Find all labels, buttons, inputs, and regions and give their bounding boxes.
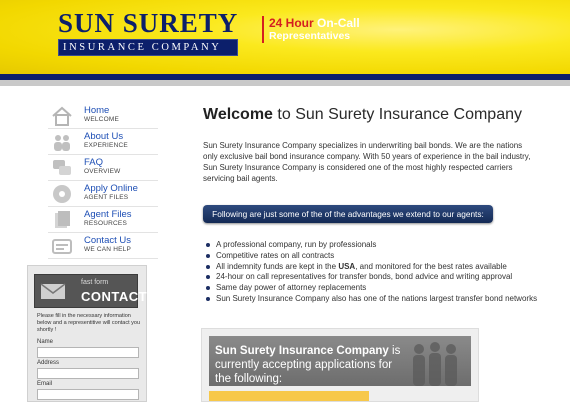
- oncall-label: On-Call: [317, 16, 360, 30]
- advantages-list: A professional company, run by professio…: [206, 240, 546, 305]
- logo-bottom-text: INSURANCE COMPANY: [58, 39, 239, 56]
- nav-sub: EXPERIENCE: [84, 142, 128, 149]
- chat-icon: [50, 157, 74, 179]
- sidebar-nav: Home WELCOME About Us EXPERIENCE FAQ OVE…: [48, 104, 158, 260]
- bullet-icon: [206, 286, 210, 291]
- oncall-sub: Representatives: [269, 30, 351, 42]
- fast-form-instructions: Please fill in the necessary information…: [37, 313, 141, 333]
- nav-sub: AGENT FILES: [84, 194, 129, 201]
- site-header: SUN SURETY INSURANCE COMPANY 24 Hour On-…: [0, 0, 570, 74]
- business-people-icon: [407, 340, 465, 386]
- files-icon: [50, 209, 74, 231]
- bullet-icon: [206, 253, 210, 258]
- fast-form-small-title: fast form: [81, 279, 109, 286]
- list-item-text: Competitive rates on all contracts: [216, 250, 335, 260]
- bullet-icon: [206, 243, 210, 247]
- list-item-text: All indemnity funds are kept in the: [216, 261, 337, 271]
- applications-banner: Sun Surety Insurance Company is currentl…: [209, 336, 471, 386]
- nav-sub: WE CAN HELP: [84, 246, 131, 253]
- nav-item-faq[interactable]: FAQ OVERVIEW: [48, 156, 158, 181]
- list-item-text: Same day power of attorney replacements: [216, 283, 367, 293]
- list-item-text: Sun Surety Insurance Company also has on…: [216, 293, 538, 303]
- name-label: Name: [37, 339, 54, 345]
- list-item: All indemnity funds are kept in the USA,…: [206, 262, 546, 273]
- nav-sub: RESOURCES: [84, 220, 127, 227]
- nav-title: FAQ: [84, 157, 104, 168]
- list-item: A professional company, run by professio…: [206, 240, 546, 251]
- welcome-word: Welcome: [203, 106, 273, 123]
- nav-item-home[interactable]: Home WELCOME: [48, 104, 158, 129]
- advantages-banner: Following are just some of the of the ad…: [203, 205, 493, 223]
- fast-form-header: fast form CONTACT: [34, 274, 147, 308]
- card-icon: [50, 235, 74, 257]
- list-item-text: A professional company, run by professio…: [216, 240, 377, 249]
- nav-title: Apply Online: [84, 183, 138, 194]
- list-item: Same day power of attorney replacements: [206, 283, 546, 294]
- name-field[interactable]: [37, 347, 139, 358]
- list-item: Sun Surety Insurance Company also has on…: [206, 294, 546, 305]
- nav-item-apply-online[interactable]: Apply Online AGENT FILES: [48, 182, 158, 207]
- logo-top-text: SUN SURETY: [58, 8, 239, 38]
- applications-panel: Sun Surety Insurance Company is currentl…: [201, 328, 479, 402]
- nav-item-contact[interactable]: Contact Us WE CAN HELP: [48, 234, 158, 259]
- list-item-text: 24-hour on call representatives for tran…: [216, 272, 513, 282]
- house-icon: [50, 105, 74, 127]
- oncall-hours: 24 Hour: [269, 16, 314, 30]
- address-field[interactable]: [37, 368, 139, 379]
- bullet-icon: [206, 296, 210, 301]
- intro-paragraph: Sun Surety Insurance Company specializes…: [203, 141, 531, 183]
- header-shadow: [0, 80, 570, 86]
- page-title: Welcome to Sun Surety Insurance Company: [203, 106, 522, 124]
- nav-sub: OVERVIEW: [84, 168, 121, 175]
- address-label: Address: [37, 360, 60, 366]
- nav-title: Contact Us: [84, 235, 131, 246]
- nav-item-about[interactable]: About Us EXPERIENCE: [48, 130, 158, 155]
- email-field[interactable]: [37, 389, 139, 400]
- bullet-icon: [206, 275, 210, 280]
- nav-title: Home: [84, 105, 110, 116]
- list-item: 24-hour on call representatives for tran…: [206, 272, 546, 283]
- nav-sub: WELCOME: [84, 116, 119, 123]
- email-label: Email: [37, 381, 53, 387]
- usa-text: USA: [338, 261, 356, 271]
- company-name: Sun Surety Insurance Company: [215, 345, 389, 357]
- nav-title: About Us: [84, 131, 124, 142]
- list-item-text: , and monitored for the best rates avail…: [355, 261, 507, 271]
- applications-text: Sun Surety Insurance Company is currentl…: [215, 344, 405, 386]
- oncall-notice: 24 Hour On-Call Representatives: [262, 16, 360, 43]
- bullet-icon: [206, 264, 210, 269]
- fast-contact-form: fast form CONTACT Please fill in the nec…: [27, 265, 147, 402]
- site-logo[interactable]: SUN SURETY INSURANCE COMPANY: [58, 8, 239, 56]
- fast-form-title: CONTACT: [81, 289, 148, 304]
- nav-title: Agent Files: [84, 209, 132, 220]
- nav-item-agent-files[interactable]: Agent Files RESOURCES: [48, 208, 158, 233]
- mail-icon: [38, 277, 68, 305]
- welcome-rest: to Sun Surety Insurance Company: [277, 106, 522, 123]
- disc-icon: [50, 183, 74, 205]
- list-item: Competitive rates on all contracts: [206, 251, 546, 262]
- people-icon: [50, 131, 74, 153]
